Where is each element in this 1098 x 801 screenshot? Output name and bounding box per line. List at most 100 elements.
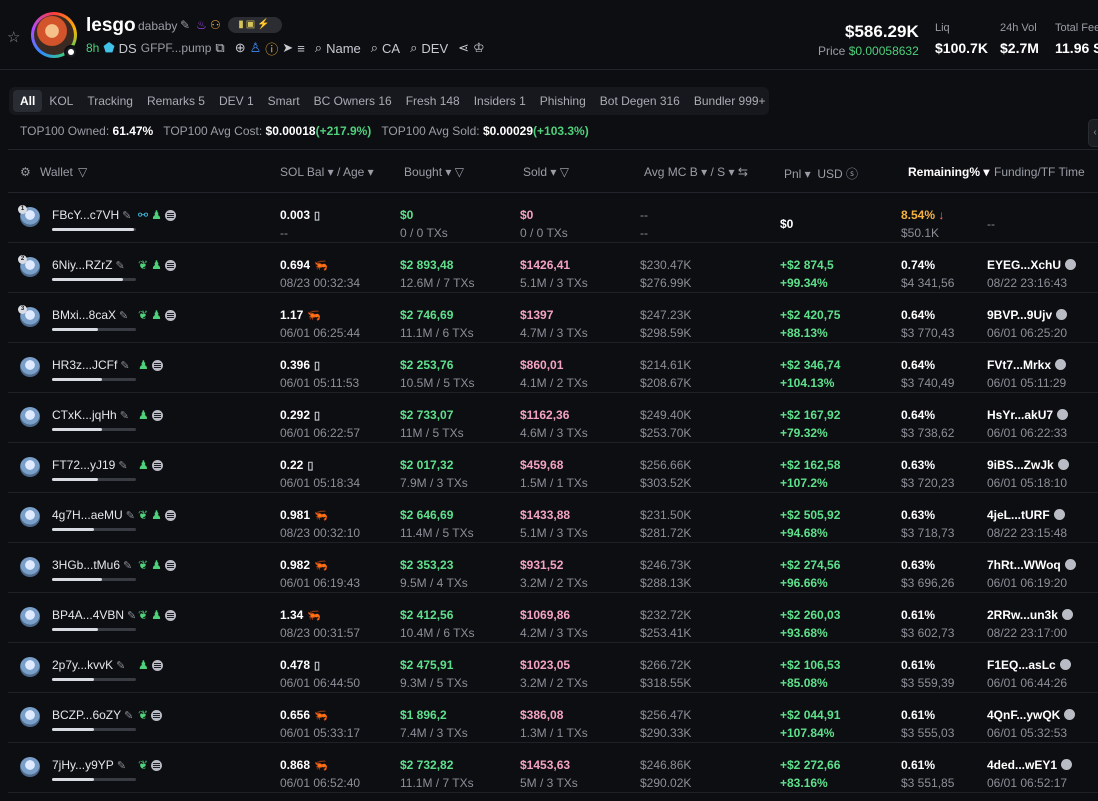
tab-all[interactable]: All bbox=[13, 90, 43, 112]
tab-remarks-5[interactable]: Remarks 5 bbox=[140, 90, 212, 112]
funding-info-icon bbox=[1064, 559, 1076, 570]
funding-source[interactable]: EYEG...XchU bbox=[987, 258, 1077, 272]
tab-smart[interactable]: Smart bbox=[261, 90, 307, 112]
search-dev-label[interactable]: DEV bbox=[421, 41, 448, 56]
tab-dev-1[interactable]: DEV 1 bbox=[212, 90, 261, 112]
tab-bot-degen-316[interactable]: Bot Degen 316 bbox=[593, 90, 687, 112]
table-row[interactable]: 2p7y...kvvK ✎ ♟ 0.478 ▯ 06/01 06:44:50 $2 475,… bbox=[8, 643, 1098, 693]
col-sol-bal[interactable]: SOL Bal ▾ / Age ▾ bbox=[280, 165, 374, 179]
arrow-down-icon: ↓ bbox=[938, 208, 945, 222]
shrimp-icon: 🦐 bbox=[314, 560, 328, 572]
funding-source[interactable]: FVt7...Mrkx bbox=[987, 358, 1067, 372]
table-row[interactable]: 4g7H...aeMU ✎ ❦ ♟ 0.981 🦐 08/23 00:32:10 $2 646… bbox=[8, 493, 1098, 543]
search-ca-icon[interactable]: ⌕ bbox=[371, 40, 378, 56]
wallet-address[interactable]: BMxi...8caX ✎ bbox=[52, 308, 128, 322]
edit-icon[interactable]: ✎ bbox=[118, 460, 127, 472]
globe-icon[interactable]: ⊕ bbox=[235, 40, 246, 56]
wallet-address[interactable]: 3HGb...tMu6 ✎ bbox=[52, 558, 132, 572]
table-row[interactable]: 7jHy...y9YP ✎ ❦ 0.868 🦐 06/01 06:52:40 $2 732,… bbox=[8, 743, 1098, 793]
funding-source[interactable]: F1EQ...asLc bbox=[987, 658, 1071, 672]
pnl-percent: +99.34% bbox=[780, 276, 828, 290]
user-icon[interactable]: ♙ bbox=[250, 40, 262, 56]
tab-kol[interactable]: KOL bbox=[42, 90, 80, 112]
wallet-address[interactable]: FBcY...c7VH ✎ bbox=[52, 208, 131, 222]
sol-balance: 0.396 ▯ bbox=[280, 358, 320, 372]
wallet-avatar bbox=[20, 757, 40, 777]
tab-bc-owners-16[interactable]: BC Owners 16 bbox=[307, 90, 399, 112]
sold-usd: $1426,41 bbox=[520, 258, 571, 272]
funding-time: 06/01 06:44:26 bbox=[987, 676, 1068, 690]
funding-source[interactable]: 4jeL...tURF bbox=[987, 508, 1065, 522]
table-row[interactable]: 2 6Niy...RZrZ ✎ ❦ ♟ 0.694 🦐 08/23 00:32:34 $2 89… bbox=[8, 243, 1098, 293]
edit-icon[interactable]: ✎ bbox=[124, 710, 133, 722]
table-row[interactable]: BCZP...6oZY ✎ ❦ 0.656 🦐 06/01 05:33:17 $1 896,… bbox=[8, 693, 1098, 743]
crown-icon[interactable]: ♔ bbox=[473, 40, 485, 56]
wallet-address[interactable]: FT72...yJ19 ✎ bbox=[52, 458, 128, 472]
warning-icon[interactable]: ⓘ bbox=[265, 39, 278, 58]
table-row[interactable]: 3 BMxi...8caX ✎ ❦ ♟ 1.17 🦐 06/01 06:25:44 $2 746… bbox=[8, 293, 1098, 343]
edit-icon[interactable]: ✎ bbox=[180, 18, 190, 32]
edit-icon[interactable]: ✎ bbox=[126, 510, 135, 522]
col-bought[interactable]: Bought ▾ ▽ bbox=[404, 165, 464, 179]
edit-icon[interactable]: ✎ bbox=[123, 560, 132, 572]
table-row[interactable]: HR3z...JCFf ✎ ♟ 0.396 ▯ 06/01 05:11:53 $2 253,… bbox=[8, 343, 1098, 393]
edit-icon[interactable]: ✎ bbox=[120, 360, 129, 372]
tab-insiders-1[interactable]: Insiders 1 bbox=[467, 90, 533, 112]
telegram-icon[interactable]: ➤ bbox=[282, 40, 293, 56]
copy-icon[interactable]: ⧉ bbox=[215, 40, 224, 56]
funding-source[interactable]: 2RRw...un3k bbox=[987, 608, 1073, 622]
edit-icon[interactable]: ✎ bbox=[117, 760, 126, 772]
table-row[interactable]: 1 FBcY...c7VH ✎ ⚯ ♟ 0.003 ▯ -- $0 0 / 0 TXs $0 0 / … bbox=[8, 193, 1098, 243]
edit-icon[interactable]: ✎ bbox=[127, 610, 136, 622]
funding-source[interactable]: 9iBS...ZwJk bbox=[987, 458, 1069, 472]
tab-phishing[interactable]: Phishing bbox=[533, 90, 593, 112]
search-name-icon[interactable]: ⌕ bbox=[315, 40, 322, 56]
funding-info-icon bbox=[1055, 359, 1067, 370]
col-remaining[interactable]: Remaining% ▾ bbox=[908, 165, 989, 179]
wallet-address[interactable]: 7jHy...y9YP ✎ bbox=[52, 758, 126, 772]
tab-tracking[interactable]: Tracking bbox=[80, 90, 140, 112]
table-row[interactable]: BP4A...4VBN ✎ ❦ ♟ 1.34 🦐 08/23 00:31:57 $2 412,… bbox=[8, 593, 1098, 643]
edit-icon[interactable]: ✎ bbox=[119, 310, 128, 322]
wallet-address[interactable]: CTxK...jqHh ✎ bbox=[52, 408, 129, 422]
holding-bar-fill bbox=[52, 528, 94, 531]
edit-icon[interactable]: ✎ bbox=[116, 660, 125, 672]
col-avg-mc[interactable]: Avg MC B ▾ / S ▾ ⇆ bbox=[644, 165, 748, 179]
sol-balance-text: 0.694 bbox=[280, 258, 311, 272]
search-name-label[interactable]: Name bbox=[326, 41, 361, 56]
favorite-star-icon[interactable]: ☆ bbox=[7, 28, 20, 46]
table-row[interactable]: 3HGb...tMu6 ✎ ❦ ♟ 0.982 🦐 06/01 06:19:43 $2 353… bbox=[8, 543, 1098, 593]
wallet-address[interactable]: BP4A...4VBN ✎ bbox=[52, 608, 136, 622]
wallet-address[interactable]: HR3z...JCFf ✎ bbox=[52, 358, 130, 372]
list-icon bbox=[164, 559, 176, 571]
funding-source[interactable]: 4ded...wEY1 bbox=[987, 758, 1073, 772]
edit-icon[interactable]: ✎ bbox=[122, 210, 131, 222]
funding-time: 06/01 05:32:53 bbox=[987, 726, 1068, 740]
tab-bundler-999[interactable]: Bundler 999+ bbox=[687, 90, 773, 112]
search-ca-label[interactable]: CA bbox=[382, 41, 400, 56]
edit-icon[interactable]: ✎ bbox=[120, 410, 129, 422]
avg-sold-label: TOP100 Avg Sold: bbox=[381, 124, 480, 138]
wallet-address[interactable]: 4g7H...aeMU ✎ bbox=[52, 508, 135, 522]
menu-circle-icon[interactable]: ≡ bbox=[297, 41, 305, 56]
share-icon[interactable]: ⋖ bbox=[458, 40, 469, 56]
funding-source[interactable]: HsYr...akU7 bbox=[987, 408, 1069, 422]
settings-icon[interactable]: ⚙ bbox=[20, 165, 31, 179]
token-avatar[interactable] bbox=[31, 12, 78, 59]
search-dev-icon[interactable]: ⌕ bbox=[410, 40, 417, 56]
social-badges[interactable]: ▮▣⚡ bbox=[228, 17, 282, 33]
table-row[interactable]: CTxK...jqHh ✎ ♟ 0.292 ▯ 06/01 06:22:57 $2 733,… bbox=[8, 393, 1098, 443]
funding-source[interactable]: 4QnF...ywQK bbox=[987, 708, 1076, 722]
wallet-address[interactable]: BCZP...6oZY ✎ bbox=[52, 708, 133, 722]
edit-icon[interactable]: ✎ bbox=[115, 260, 124, 272]
funding-source[interactable]: 7hRt...WWoq bbox=[987, 558, 1076, 572]
wallet-filter-icon[interactable]: ▽ bbox=[78, 165, 87, 179]
col-pnl[interactable]: Pnl ▾ USD ⓢ bbox=[784, 165, 858, 182]
wallet-address[interactable]: 2p7y...kvvK ✎ bbox=[52, 658, 125, 672]
wallet-address[interactable]: 6Niy...RZrZ ✎ bbox=[52, 258, 125, 272]
tab-fresh-148[interactable]: Fresh 148 bbox=[399, 90, 467, 112]
funding-source[interactable]: 9BVP...9Ujv bbox=[987, 308, 1068, 322]
table-row[interactable]: FT72...yJ19 ✎ ♟ 0.22 ▯ 06/01 05:18:34 $2 017,3… bbox=[8, 443, 1098, 493]
col-sold[interactable]: Sold ▾ ▽ bbox=[523, 165, 569, 179]
collapse-panel-button[interactable]: ‹ bbox=[1088, 119, 1098, 147]
